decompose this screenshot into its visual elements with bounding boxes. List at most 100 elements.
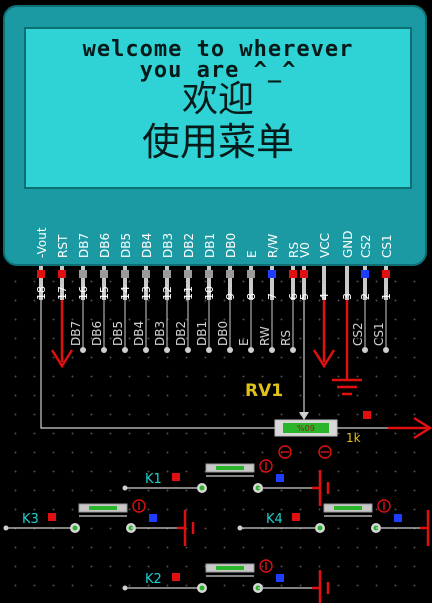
- lcd-pin-8[interactable]: E8: [245, 250, 259, 300]
- pin-marker: [205, 270, 213, 278]
- net-terminal: [101, 347, 107, 353]
- net-rs[interactable]: RS: [279, 300, 296, 353]
- pin-label: DB1: [203, 233, 217, 258]
- lcd-pin-5[interactable]: V0 5: [298, 242, 312, 300]
- rv1-label: RV1: [245, 381, 283, 401]
- key-k1[interactable]: K1: [122, 459, 330, 506]
- rv1-power-arrow[interactable]: [388, 416, 432, 440]
- pin-label: DB7: [77, 233, 91, 258]
- lcd-pin-15[interactable]: DB6 15: [98, 233, 112, 300]
- key-pin-marker: [48, 513, 56, 521]
- net-terminal: [80, 347, 86, 353]
- pin-label: R/W: [266, 234, 280, 258]
- net-db3[interactable]: DB3: [153, 300, 170, 353]
- pin-label: DB4: [140, 233, 154, 258]
- lcd-pin-11[interactable]: DB2 11: [182, 233, 196, 300]
- lcd-pin-4[interactable]: VCC 4: [318, 233, 332, 300]
- pin-label: VCC: [318, 233, 332, 258]
- net-rw[interactable]: RW: [258, 300, 275, 353]
- lcd-pin-13[interactable]: DB4 13: [140, 233, 154, 300]
- lcd-pin-1[interactable]: CS1 1: [380, 234, 394, 300]
- net-label: DB1: [195, 321, 209, 346]
- pin-label: CS1: [380, 234, 394, 258]
- lcd-pin-3[interactable]: GND 3: [341, 230, 355, 300]
- pin-marker: [121, 270, 129, 278]
- rv1-value: 1k: [346, 431, 361, 445]
- rv1-potentiometer[interactable]: %09: [274, 419, 338, 437]
- pin-marker: [247, 270, 255, 278]
- pin-label: CS2: [359, 234, 373, 258]
- key-pin-marker: [172, 473, 180, 481]
- pin-number: 12: [161, 286, 174, 300]
- pin-number: 18: [35, 286, 48, 300]
- net-terminal: [122, 347, 128, 353]
- lcd-pin-18[interactable]: -Vout 18: [35, 227, 49, 300]
- pin-number: 13: [140, 286, 153, 300]
- net-db2[interactable]: DB2: [174, 300, 191, 353]
- pin-marker: [382, 270, 390, 278]
- net-cs1[interactable]: CS1: [372, 300, 389, 353]
- pin-number: 10: [203, 286, 216, 300]
- net-label: RW: [258, 326, 272, 346]
- net-terminal: [362, 347, 368, 353]
- key-k4[interactable]: K4: [237, 499, 432, 546]
- net-db4[interactable]: DB4: [132, 300, 149, 353]
- net-label: CS1: [372, 322, 386, 346]
- vcc-arrow[interactable]: [312, 300, 336, 369]
- pin-number: 7: [266, 293, 279, 300]
- key-k3[interactable]: K3: [3, 499, 195, 546]
- net-terminal: [383, 347, 389, 353]
- rv1-pin-marker: [363, 411, 371, 419]
- lcd-pins: -Vout18 RST17 DB7 16 DB615 DB514 DB4 13 DB312 DB2…: [35, 227, 394, 300]
- pin-marker: [37, 270, 45, 278]
- lcd-pin-12[interactable]: DB3 12: [161, 233, 175, 300]
- key-pin-marker: [149, 514, 157, 522]
- pin-number: 9: [224, 293, 237, 300]
- lcd-pin-9[interactable]: DB0 9: [224, 233, 238, 300]
- pin-marker: [58, 270, 66, 278]
- key-k2[interactable]: K2: [122, 559, 330, 603]
- net-terminal: [227, 347, 233, 353]
- lcd-pin-7[interactable]: R/W 7: [266, 234, 280, 300]
- lcd-pin-10[interactable]: DB1 10: [203, 233, 217, 300]
- ground-symbol[interactable]: [332, 300, 362, 396]
- pin-label: V0: [298, 242, 312, 258]
- pin-label: DB0: [224, 233, 238, 258]
- pin-number: 14: [119, 286, 132, 300]
- pin-number: 11: [182, 286, 195, 300]
- pin-marker: [100, 270, 108, 278]
- net-terminal: [290, 347, 296, 353]
- pin-number: 15: [98, 286, 111, 300]
- net-label: DB6: [90, 321, 104, 346]
- lcd-pin-2[interactable]: CS2 2: [359, 234, 373, 300]
- net-db6[interactable]: DB6: [90, 300, 107, 353]
- net-e[interactable]: E: [237, 300, 254, 353]
- pin-marker: [184, 270, 192, 278]
- circuit-diagram[interactable]: -Vout18RST17DB716DB615DB514DB413DB312DB2…: [0, 0, 432, 603]
- net-db0[interactable]: DB0: [216, 300, 233, 353]
- pin-number: 16: [77, 286, 90, 300]
- key-label: K1: [145, 472, 162, 487]
- lcd-pin-14[interactable]: DB5 14: [119, 233, 133, 300]
- lcd-pin-17[interactable]: RST 17: [56, 234, 70, 300]
- key-label: K3: [22, 512, 39, 527]
- net-terminal: [143, 347, 149, 353]
- lcd-pin-16[interactable]: DB7 16: [77, 233, 91, 300]
- wiper-arrow: [299, 412, 309, 420]
- key-label: K2: [145, 572, 162, 587]
- net-cs2[interactable]: CS2: [351, 300, 368, 353]
- key-switches[interactable]: K1 K3 K4 K2: [3, 459, 432, 603]
- pin-label: E: [245, 250, 259, 258]
- vout-wire: [40, 300, 275, 429]
- net-db5[interactable]: DB5: [111, 300, 128, 353]
- net-label: DB4: [132, 321, 146, 346]
- net-terminal: [248, 347, 254, 353]
- key-pin-marker: [276, 574, 284, 582]
- net-label: RS: [279, 330, 293, 346]
- net-db1[interactable]: DB1: [195, 300, 212, 353]
- net-db7[interactable]: DB7: [69, 300, 86, 353]
- pin-marker: [226, 270, 234, 278]
- net-label: DB5: [111, 321, 125, 346]
- pin-marker: [163, 270, 171, 278]
- pin-marker: [300, 270, 308, 278]
